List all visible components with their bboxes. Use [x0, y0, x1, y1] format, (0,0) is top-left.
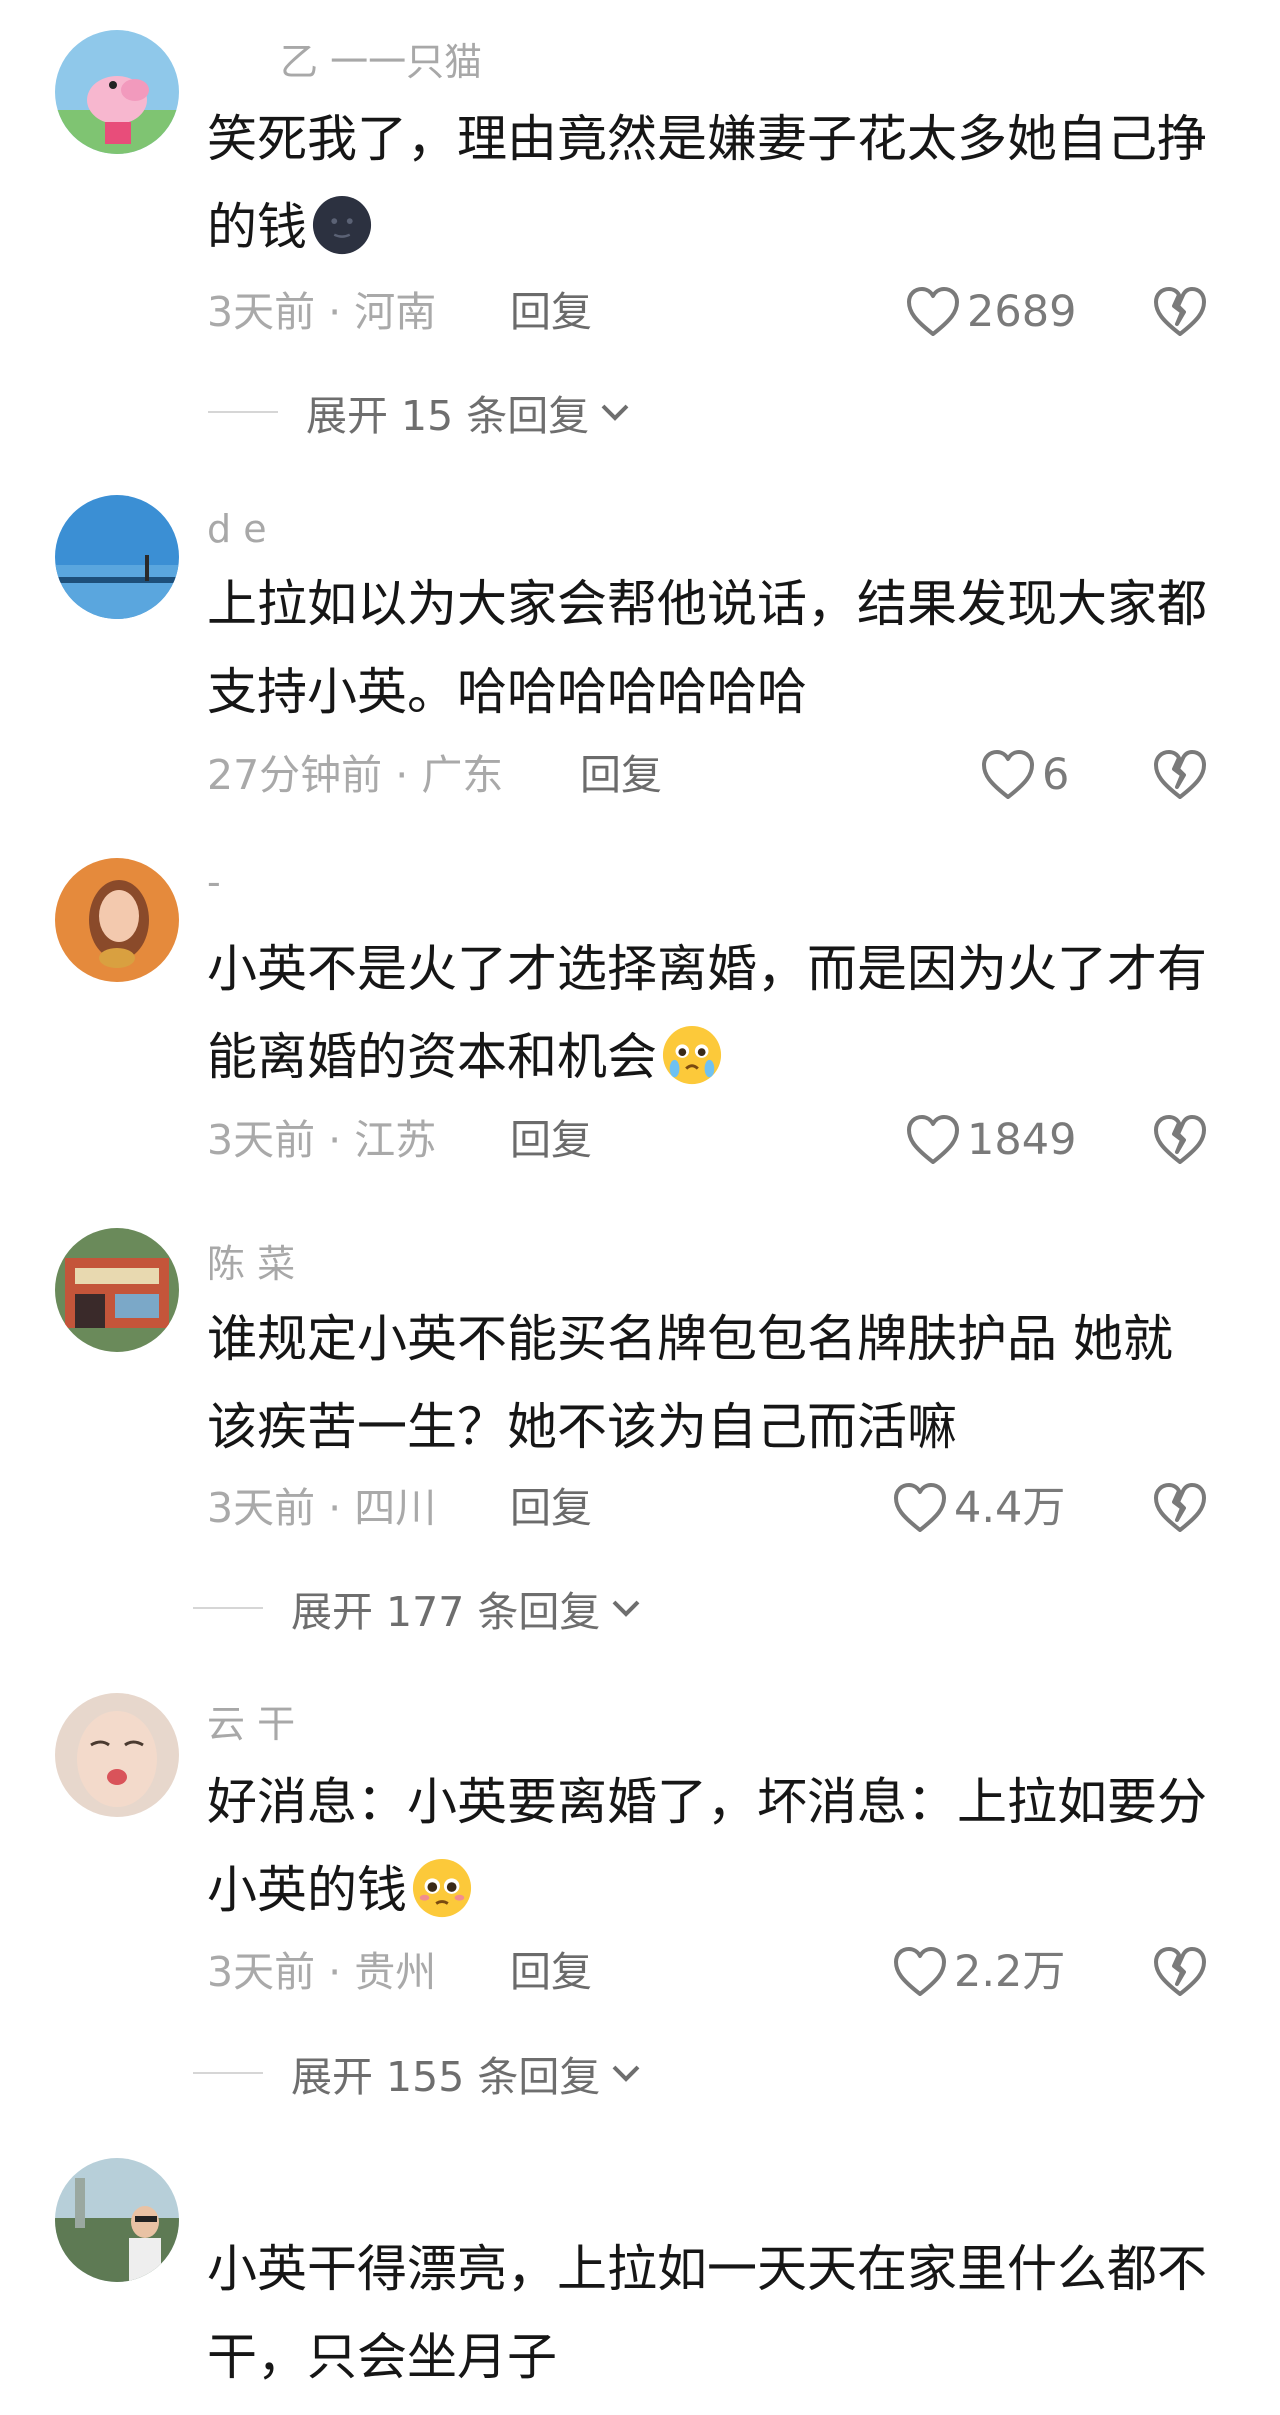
avatar-storefront[interactable]: [55, 1228, 179, 1352]
comment-meta: 27分钟前 · 广东: [207, 745, 503, 805]
meta-separator: ·: [328, 288, 342, 336]
divider-line: [193, 1607, 263, 1609]
comment-text: 笑死我了，理由竟然是嫌妻子花太多她自己挣的钱: [207, 95, 1207, 271]
broken-heart-icon[interactable]: [1152, 284, 1208, 340]
heart-outline-icon: [894, 1947, 946, 1996]
comment-location: 贵州: [354, 1948, 437, 1996]
comment-time: 3天前: [207, 1484, 316, 1532]
avatar-man-outdoor[interactable]: [55, 2158, 179, 2282]
comment-time: 3天前: [207, 1116, 316, 1164]
like-count: 6: [1042, 750, 1070, 800]
meta-separator: ·: [328, 1484, 342, 1532]
comment-meta: 3天前 · 贵州: [207, 1942, 436, 2002]
comment-meta: 3天前 · 四川: [207, 1478, 436, 1538]
comment-username[interactable]: 陈 菜: [207, 1240, 295, 1288]
like-button[interactable]: 1849: [905, 1110, 1076, 1170]
heart-outline-icon: [907, 287, 959, 336]
comment-username[interactable]: 乙 一一只猫: [280, 38, 482, 86]
comment-time: 3天前: [207, 1948, 316, 1996]
meta-separator: ·: [328, 1948, 342, 1996]
comment-text-body: 好消息：小英要离婚了，坏消息：上拉如要分小英的钱: [207, 1773, 1207, 1919]
meta-separator: ·: [328, 1116, 342, 1164]
expand-replies-label: 展开 15 条回复: [306, 392, 590, 440]
new-moon-face-icon: [312, 195, 372, 255]
broken-heart-icon[interactable]: [1152, 1112, 1208, 1168]
divider-line: [193, 2072, 263, 2074]
reply-button[interactable]: 回复: [580, 745, 662, 805]
comment-text: 小英不是火了才选择离婚，而是因为火了才有能离婚的资本和机会: [207, 925, 1207, 1101]
comment-text: 小英干得漂亮，上拉如一天天在家里什么都不干，只会坐月子: [207, 2240, 1207, 2386]
like-button[interactable]: 2.2万: [892, 1942, 1065, 2002]
like-count: 4.4万: [954, 1483, 1066, 1533]
comment-text: 谁规定小英不能买名牌包包名牌肤护品 她就该疾苦一生？她不该为自己而活嘛: [207, 1310, 1173, 1456]
comment-location: 广东: [421, 751, 504, 799]
like-count: 1849: [967, 1115, 1077, 1165]
comment-username[interactable]: 云 干: [207, 1700, 295, 1748]
comment-text: 上拉如以为大家会帮他说话，结果发现大家都支持小英。哈哈哈哈哈哈哈: [207, 575, 1207, 721]
reply-button[interactable]: 回复: [510, 1478, 592, 1538]
divider-line: [208, 411, 278, 413]
avatar-pig[interactable]: [55, 30, 179, 154]
expand-replies-label: 展开 177 条回复: [291, 1588, 601, 1636]
reply-button[interactable]: 回复: [510, 282, 592, 342]
comment-time: 27分钟前: [207, 751, 383, 799]
heart-outline-icon: [907, 1115, 959, 1164]
like-count: 2.2万: [954, 1947, 1066, 1997]
avatar-face[interactable]: [55, 1693, 179, 1817]
comment-location: 四川: [354, 1484, 437, 1532]
chevron-down-icon: [601, 404, 629, 421]
expand-replies-label: 展开 155 条回复: [291, 2053, 601, 2101]
comment-text: 好消息：小英要离婚了，坏消息：上拉如要分小英的钱: [207, 1758, 1207, 1934]
avatar-sky[interactable]: [55, 495, 179, 619]
like-button[interactable]: 4.4万: [892, 1478, 1065, 1538]
comment-meta: 3天前 · 江苏: [207, 1110, 436, 1170]
broken-heart-icon[interactable]: [1152, 747, 1208, 803]
like-button[interactable]: 2689: [905, 282, 1076, 342]
chevron-down-icon: [612, 2065, 640, 2082]
expand-replies[interactable]: 展开 177 条回复: [193, 1578, 642, 1638]
comment-location: 河南: [354, 288, 437, 336]
chevron-down-icon: [612, 1600, 640, 1617]
heart-outline-icon: [894, 1483, 946, 1532]
comment-username[interactable]: -: [207, 858, 221, 906]
broken-heart-icon[interactable]: [1152, 1480, 1208, 1536]
reply-button[interactable]: 回复: [510, 1942, 592, 2002]
pleading-face-icon: [412, 1858, 472, 1918]
reply-button[interactable]: 回复: [510, 1110, 592, 1170]
meta-separator: ·: [395, 751, 409, 799]
comment-location: 江苏: [354, 1116, 437, 1164]
crying-pleading-face-icon: [662, 1025, 722, 1085]
like-button[interactable]: 6: [980, 745, 1069, 805]
expand-replies[interactable]: 展开 155 条回复: [193, 2043, 642, 2103]
comment-username[interactable]: d e: [207, 505, 267, 553]
comment-time: 3天前: [207, 288, 316, 336]
comment-meta: 3天前 · 河南: [207, 282, 436, 342]
like-count: 2689: [967, 287, 1077, 337]
avatar-girl[interactable]: [55, 858, 179, 982]
heart-outline-icon: [982, 750, 1034, 799]
expand-replies[interactable]: 展开 15 条回复: [208, 382, 631, 442]
broken-heart-icon[interactable]: [1152, 1944, 1208, 2000]
